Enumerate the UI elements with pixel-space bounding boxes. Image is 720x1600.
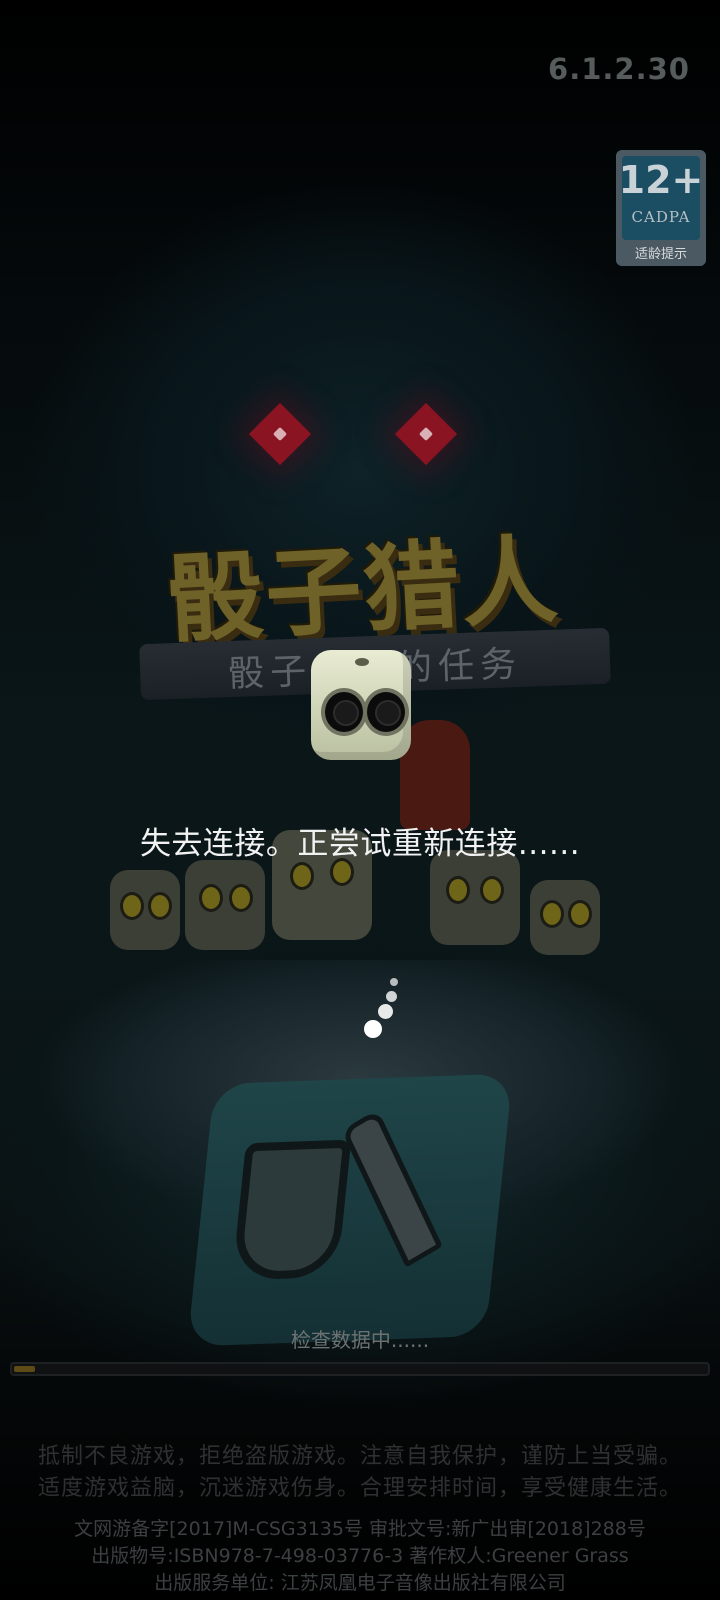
monster-right-eye [394,402,458,466]
version-label: 6.1.2.30 [548,52,690,86]
loading-progress-bar [10,1362,710,1376]
dice-icon [311,650,411,760]
legal-info-line: 出版物号:ISBN978-7-498-03776-3 著作权人:Greener … [91,1545,629,1567]
age-rating-org: CADPA [631,208,691,226]
hero-character [430,850,520,945]
health-notice-line: 抵制不良游戏，拒绝盗版游戏。注意自我保护，谨防上当受骗。 [37,1444,682,1469]
health-notice-line: 适度游戏益脑，沉迷游戏伤身。合理安排时间，享受健康生活。 [37,1476,682,1501]
sword-icon [341,1109,443,1268]
checking-data-label: 检查数据中...... [290,1328,430,1352]
hero-character [530,880,600,955]
foreground-die [187,1073,513,1347]
age-rating-tip: 适龄提示 [634,247,687,262]
legal-info-line: 文网游备字[2017]M-CSG3135号 审批文号:新广出审[2018]288… [74,1518,646,1540]
hero-character [185,860,265,950]
shield-icon [231,1139,352,1281]
hero-character [110,870,180,950]
age-rating-label: 12+ [618,158,704,202]
monster-left-eye [248,402,312,466]
loading-screen: 6.1.2.30 12+ CADPA 适龄提示 骰子猎人 骰子使者的任务 失去连… [0,0,720,1600]
legal-info-line: 出版服务单位: 江苏凤凰电子音像出版社有限公司 [154,1572,566,1594]
age-rating-badge: 12+ CADPA 适龄提示 [616,150,706,266]
reconnect-message: 失去连接。正尝试重新连接...... [139,826,581,862]
loading-progress-fill [14,1366,35,1372]
